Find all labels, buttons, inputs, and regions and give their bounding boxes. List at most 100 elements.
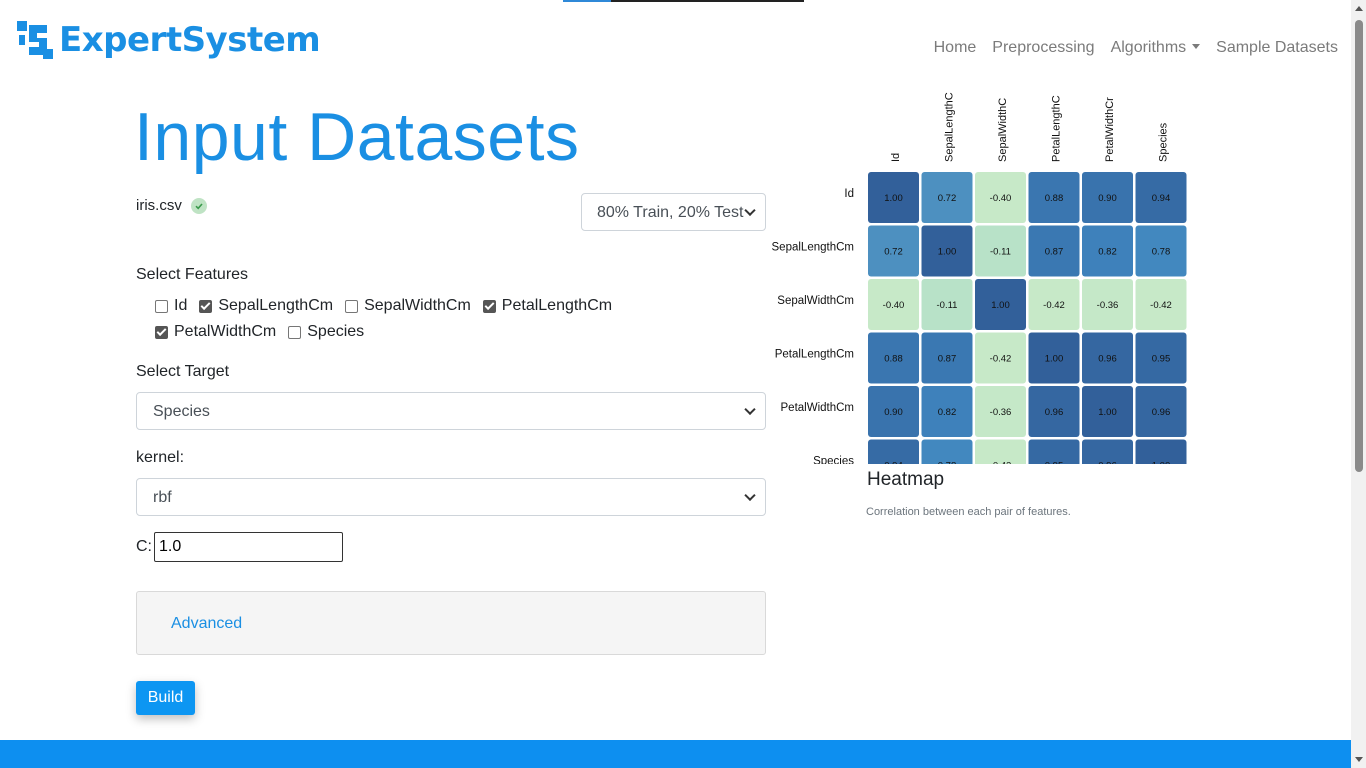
advanced-toggle-link[interactable]: Advanced xyxy=(171,615,242,633)
page-scrollbar[interactable] xyxy=(1351,0,1366,768)
heatmap-cell-value: 0.87 xyxy=(1045,247,1064,258)
top-progress-bar xyxy=(563,0,804,2)
checkbox[interactable] xyxy=(199,299,213,313)
target-dropdown[interactable]: Species xyxy=(136,392,766,430)
heatmap-row-label: SepalWidthCm xyxy=(777,295,854,307)
heatmap-cell-value: 1.00 xyxy=(991,300,1010,311)
nav-algorithms-dropdown[interactable]: Algorithms xyxy=(1111,39,1201,57)
heatmap-cell-value: 0.94 xyxy=(1152,193,1171,204)
feature-label: Id xyxy=(174,297,188,314)
footer-bar xyxy=(0,740,1351,768)
heatmap-cell-value: 0.78 xyxy=(938,461,957,465)
heatmap-cell-value: 0.96 xyxy=(1045,407,1064,418)
target-select[interactable]: Species xyxy=(136,392,766,430)
scroll-down-arrow-icon[interactable] xyxy=(1355,757,1363,762)
brand-name: ExpertSystem xyxy=(59,20,321,60)
nav-preprocessing[interactable]: Preprocessing xyxy=(992,39,1094,57)
heatmap-column-label: SepalWidthC xyxy=(997,98,1009,162)
heatmap-cell-value: -0.42 xyxy=(1150,300,1172,311)
nav-home[interactable]: Home xyxy=(934,39,977,57)
heatmap-cell-value: 0.96 xyxy=(1098,354,1117,365)
checkbox[interactable] xyxy=(155,299,168,313)
select-target-label: Select Target xyxy=(136,363,230,380)
scroll-up-arrow-icon[interactable] xyxy=(1355,6,1363,11)
heatmap-cell-value: 0.90 xyxy=(884,407,903,418)
feature-checkbox-petalwidthcm[interactable]: PetalWidthCm xyxy=(155,323,276,341)
heatmap-row-label: Species xyxy=(813,455,854,464)
heatmap-title: Heatmap xyxy=(867,469,945,490)
heatmap-cell-value: 0.87 xyxy=(938,354,957,365)
heatmap-cell-value: -0.42 xyxy=(990,461,1012,465)
feature-label: SepalWidthCm xyxy=(364,297,471,314)
feature-checkbox-id[interactable]: Id xyxy=(155,297,187,315)
heatmap-column-label: Species xyxy=(1157,122,1169,162)
brand-logo[interactable]: ExpertSystem xyxy=(17,20,321,60)
heatmap-cell-value: -0.36 xyxy=(1097,300,1119,311)
page-title: Input Datasets xyxy=(134,99,580,175)
kernel-select[interactable]: rbf xyxy=(136,478,766,516)
correlation-heatmap: Id SepalLengthC SepalWidthC PetalLengthC Pet… xyxy=(772,92,1187,465)
feature-checkbox-species[interactable]: Species xyxy=(288,323,364,341)
feature-label: SepalLengthCm xyxy=(218,297,334,314)
build-button[interactable]: Build xyxy=(136,681,195,715)
expertsystem-logo-icon xyxy=(17,21,53,59)
checkbox[interactable] xyxy=(482,299,496,313)
c-param-input[interactable] xyxy=(154,532,343,562)
heatmap-cell-value: 0.95 xyxy=(1152,354,1171,365)
heatmap-cell-value: 0.96 xyxy=(1098,461,1117,465)
heatmap-cell-value: 0.72 xyxy=(938,193,957,204)
scrollbar-thumb[interactable] xyxy=(1355,20,1363,472)
heatmap-cell-value: -0.42 xyxy=(990,354,1012,365)
feature-checkbox-sepalwidthcm[interactable]: SepalWidthCm xyxy=(345,297,471,315)
heatmap-cell-value: 0.78 xyxy=(1152,247,1171,258)
feature-label: Species xyxy=(307,323,365,340)
heatmap-cell-value: 1.00 xyxy=(938,247,957,258)
heatmap-cell-value: 0.90 xyxy=(1098,193,1117,204)
checkbox[interactable] xyxy=(288,325,302,339)
heatmap-cell-value: 1.00 xyxy=(1045,354,1064,365)
kernel-dropdown[interactable]: rbf xyxy=(136,478,766,516)
feature-checkbox-sepallengthcm[interactable]: SepalLengthCm xyxy=(199,297,333,315)
heatmap-subtitle: Correlation between each pair of feature… xyxy=(866,506,1071,518)
file-name: iris.csv xyxy=(136,197,182,214)
file-status: iris.csv xyxy=(136,197,207,214)
checkbox[interactable] xyxy=(345,299,359,313)
caret-down-icon xyxy=(1192,44,1201,49)
advanced-panel[interactable]: Advanced xyxy=(136,591,766,655)
select-features-label: Select Features xyxy=(136,266,249,283)
heatmap-cell-value: -0.42 xyxy=(1043,300,1065,311)
heatmap-cell-value: 1.00 xyxy=(884,193,903,204)
heatmap-cell-value: -0.11 xyxy=(937,300,958,311)
heatmap-row-label: Id xyxy=(844,188,854,200)
feature-checkbox-petallengthcm[interactable]: PetalLengthCm xyxy=(482,297,613,315)
heatmap-row-label: SepalLengthCm xyxy=(772,241,854,253)
heatmap-cell-value: 0.88 xyxy=(884,354,903,365)
nav-sample-datasets[interactable]: Sample Datasets xyxy=(1216,39,1338,57)
heatmap-column-label: PetalLengthC xyxy=(1050,95,1062,162)
heatmap-cell-value: -0.40 xyxy=(990,193,1012,204)
heatmap-cell-value: 0.96 xyxy=(1152,407,1171,418)
heatmap-cell-value: 0.72 xyxy=(884,247,903,258)
train-test-split-dropdown[interactable]: 80% Train, 20% Test xyxy=(581,193,766,231)
heatmap-column-label: SepalLengthC xyxy=(943,92,955,162)
heatmap-cell-value: 0.82 xyxy=(938,407,957,418)
heatmap-cell-value: -0.36 xyxy=(990,407,1012,418)
feature-label: PetalLengthCm xyxy=(501,297,613,314)
heatmap-cell-value: 0.94 xyxy=(884,461,903,465)
feature-label: PetalWidthCm xyxy=(174,323,277,340)
train-test-split-select[interactable]: 80% Train, 20% Test xyxy=(581,193,766,231)
c-param-label: C: xyxy=(136,538,152,555)
heatmap-cell-value: 1.00 xyxy=(1152,461,1171,465)
heatmap-cell-value: -0.11 xyxy=(990,247,1011,258)
nav-algorithms-label: Algorithms xyxy=(1110,39,1187,56)
heatmap-cell-value: 0.82 xyxy=(1098,247,1117,258)
heatmap-row-label: PetalLengthCm xyxy=(775,348,854,360)
heatmap-cell-value: -0.40 xyxy=(883,300,905,311)
kernel-label: kernel: xyxy=(136,449,185,466)
feature-checkbox-group: Id SepalLengthCm SepalWidthCm PetalLengt… xyxy=(155,297,755,341)
check-circle-icon xyxy=(190,197,207,214)
checkbox[interactable] xyxy=(155,325,168,339)
heatmap-row-label: PetalWidthCm xyxy=(781,402,855,414)
c-param-row: C: xyxy=(136,532,343,562)
heatmap-column-label: PetalWidthCr xyxy=(1104,97,1116,162)
